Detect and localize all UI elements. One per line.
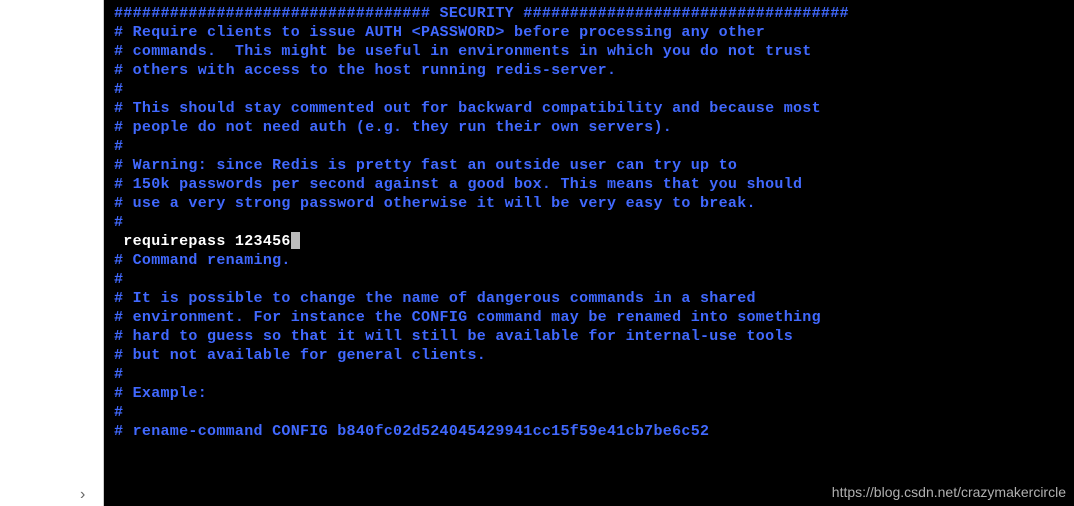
comment-line: # rename-command CONFIG b840fc02d5240454… (114, 422, 1064, 441)
comment-line: # people do not need auth (e.g. they run… (114, 118, 1064, 137)
comment-line: # (114, 270, 1064, 289)
comment-line: # (114, 137, 1064, 156)
comment-line: # Command renaming. (114, 251, 1064, 270)
comment-line: # (114, 80, 1064, 99)
comment-line: # Example: (114, 384, 1064, 403)
comment-line: # 150k passwords per second against a go… (114, 175, 1064, 194)
comment-line: # (114, 365, 1064, 384)
comment-line: # Warning: since Redis is pretty fast an… (114, 156, 1064, 175)
comment-line: # It is possible to change the name of d… (114, 289, 1064, 308)
chevron-right-icon: › (80, 486, 85, 504)
terminal-viewport[interactable]: ################################## SECUR… (103, 0, 1074, 506)
comment-line: # Require clients to issue AUTH <PASSWOR… (114, 23, 1064, 42)
comment-line: # but not available for general clients. (114, 346, 1064, 365)
comment-line: # others with access to the host running… (114, 61, 1064, 80)
watermark-text: https://blog.csdn.net/crazymakercircle (832, 484, 1066, 500)
comment-line: # (114, 213, 1064, 232)
left-gutter: › (0, 0, 103, 506)
comment-line: # (114, 403, 1064, 422)
config-directive-line: requirepass 123456 (114, 232, 1064, 251)
comment-line: # hard to guess so that it will still be… (114, 327, 1064, 346)
comment-line: # This should stay commented out for bac… (114, 99, 1064, 118)
comment-line: ################################## SECUR… (114, 4, 1064, 23)
comment-line: # use a very strong password otherwise i… (114, 194, 1064, 213)
text-cursor (291, 232, 300, 249)
comment-line: # environment. For instance the CONFIG c… (114, 308, 1064, 327)
comment-line: # commands. This might be useful in envi… (114, 42, 1064, 61)
